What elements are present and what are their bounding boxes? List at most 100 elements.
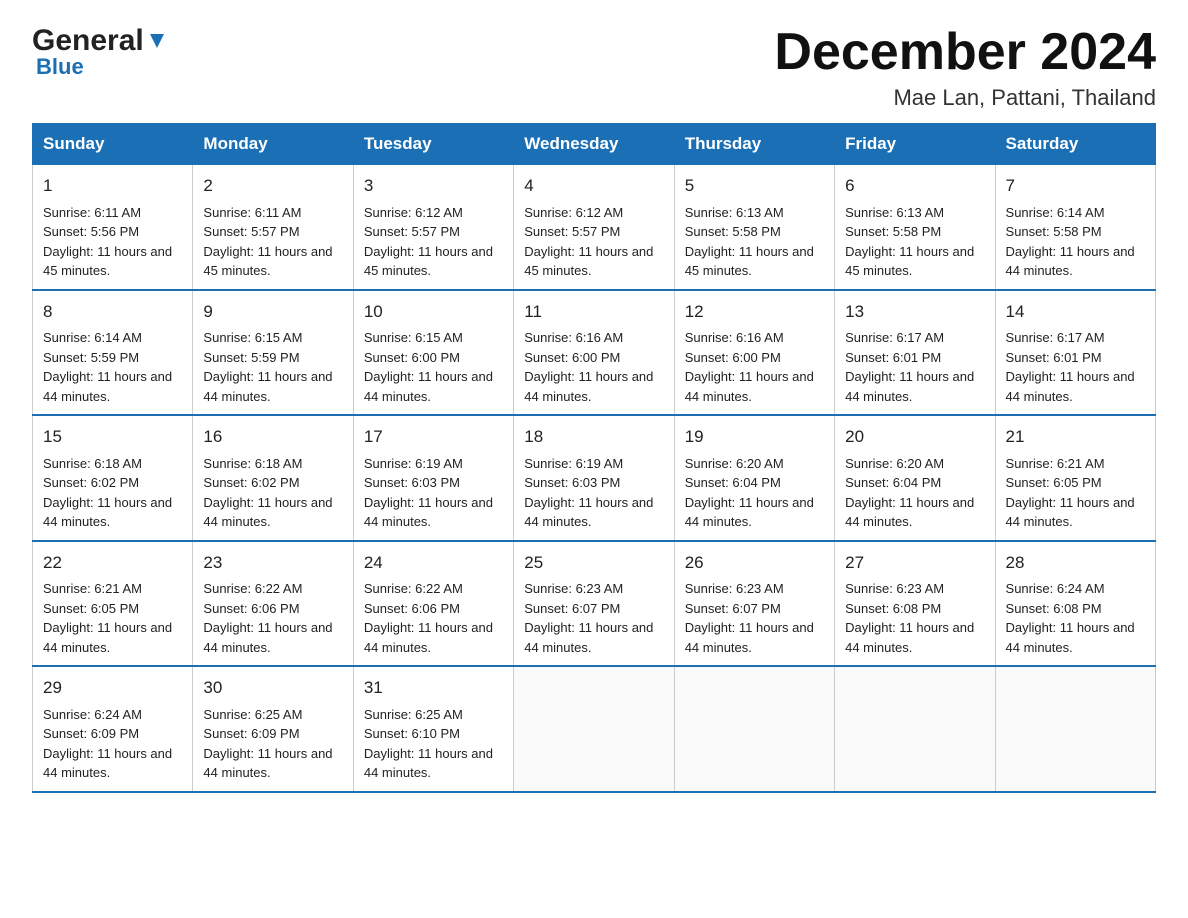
daylight-label: Daylight: 11 hours and 44 minutes. [1006, 244, 1135, 279]
calendar-cell: 14 Sunrise: 6:17 AM Sunset: 6:01 PM Dayl… [995, 290, 1155, 416]
calendar-cell: 5 Sunrise: 6:13 AM Sunset: 5:58 PM Dayli… [674, 165, 834, 290]
col-header-thursday: Thursday [674, 124, 834, 165]
daylight-label: Daylight: 11 hours and 44 minutes. [364, 495, 493, 530]
calendar-cell: 6 Sunrise: 6:13 AM Sunset: 5:58 PM Dayli… [835, 165, 995, 290]
col-header-tuesday: Tuesday [353, 124, 513, 165]
daylight-label: Daylight: 11 hours and 44 minutes. [364, 746, 493, 781]
col-header-friday: Friday [835, 124, 995, 165]
calendar-cell: 13 Sunrise: 6:17 AM Sunset: 6:01 PM Dayl… [835, 290, 995, 416]
day-number: 17 [364, 424, 503, 450]
logo-arrow-icon [146, 30, 168, 52]
sunset-label: Sunset: 5:59 PM [203, 350, 299, 365]
sunrise-label: Sunrise: 6:22 AM [364, 581, 463, 596]
sunrise-label: Sunrise: 6:14 AM [43, 330, 142, 345]
calendar-cell [674, 666, 834, 792]
daylight-label: Daylight: 11 hours and 45 minutes. [524, 244, 653, 279]
calendar-week-2: 8 Sunrise: 6:14 AM Sunset: 5:59 PM Dayli… [33, 290, 1156, 416]
sunrise-label: Sunrise: 6:21 AM [1006, 456, 1105, 471]
daylight-label: Daylight: 11 hours and 44 minutes. [1006, 620, 1135, 655]
day-number: 31 [364, 675, 503, 701]
sunrise-label: Sunrise: 6:13 AM [845, 205, 944, 220]
sunset-label: Sunset: 6:03 PM [524, 475, 620, 490]
day-number: 24 [364, 550, 503, 576]
daylight-label: Daylight: 11 hours and 44 minutes. [685, 495, 814, 530]
calendar-cell: 19 Sunrise: 6:20 AM Sunset: 6:04 PM Dayl… [674, 415, 834, 541]
calendar-cell: 7 Sunrise: 6:14 AM Sunset: 5:58 PM Dayli… [995, 165, 1155, 290]
sunrise-label: Sunrise: 6:23 AM [845, 581, 944, 596]
day-number: 7 [1006, 173, 1145, 199]
sunset-label: Sunset: 5:57 PM [524, 224, 620, 239]
sunset-label: Sunset: 6:08 PM [1006, 601, 1102, 616]
day-number: 6 [845, 173, 984, 199]
sunrise-label: Sunrise: 6:16 AM [524, 330, 623, 345]
day-number: 13 [845, 299, 984, 325]
day-number: 11 [524, 299, 663, 325]
sunrise-label: Sunrise: 6:12 AM [524, 205, 623, 220]
sunrise-label: Sunrise: 6:18 AM [43, 456, 142, 471]
sunrise-label: Sunrise: 6:17 AM [1006, 330, 1105, 345]
month-title: December 2024 [774, 24, 1156, 81]
day-number: 27 [845, 550, 984, 576]
day-number: 5 [685, 173, 824, 199]
day-number: 25 [524, 550, 663, 576]
sunset-label: Sunset: 6:00 PM [524, 350, 620, 365]
daylight-label: Daylight: 11 hours and 44 minutes. [203, 620, 332, 655]
day-number: 3 [364, 173, 503, 199]
calendar-cell: 20 Sunrise: 6:20 AM Sunset: 6:04 PM Dayl… [835, 415, 995, 541]
day-number: 18 [524, 424, 663, 450]
sunrise-label: Sunrise: 6:24 AM [43, 707, 142, 722]
calendar-cell: 10 Sunrise: 6:15 AM Sunset: 6:00 PM Dayl… [353, 290, 513, 416]
sunset-label: Sunset: 6:02 PM [43, 475, 139, 490]
calendar-header-row: Sunday Monday Tuesday Wednesday Thursday… [33, 124, 1156, 165]
daylight-label: Daylight: 11 hours and 44 minutes. [43, 495, 172, 530]
sunset-label: Sunset: 6:04 PM [845, 475, 941, 490]
calendar-cell: 2 Sunrise: 6:11 AM Sunset: 5:57 PM Dayli… [193, 165, 353, 290]
sunrise-label: Sunrise: 6:20 AM [685, 456, 784, 471]
calendar-cell: 28 Sunrise: 6:24 AM Sunset: 6:08 PM Dayl… [995, 541, 1155, 667]
sunset-label: Sunset: 5:56 PM [43, 224, 139, 239]
calendar-cell [514, 666, 674, 792]
calendar-cell: 26 Sunrise: 6:23 AM Sunset: 6:07 PM Dayl… [674, 541, 834, 667]
sunset-label: Sunset: 6:10 PM [364, 726, 460, 741]
calendar-cell: 29 Sunrise: 6:24 AM Sunset: 6:09 PM Dayl… [33, 666, 193, 792]
calendar-week-5: 29 Sunrise: 6:24 AM Sunset: 6:09 PM Dayl… [33, 666, 1156, 792]
sunset-label: Sunset: 6:05 PM [1006, 475, 1102, 490]
calendar-cell [835, 666, 995, 792]
day-number: 30 [203, 675, 342, 701]
sunrise-label: Sunrise: 6:24 AM [1006, 581, 1105, 596]
col-header-sunday: Sunday [33, 124, 193, 165]
daylight-label: Daylight: 11 hours and 44 minutes. [524, 495, 653, 530]
day-number: 16 [203, 424, 342, 450]
sunrise-label: Sunrise: 6:14 AM [1006, 205, 1105, 220]
sunset-label: Sunset: 6:03 PM [364, 475, 460, 490]
sunset-label: Sunset: 6:09 PM [203, 726, 299, 741]
title-block: December 2024 Mae Lan, Pattani, Thailand [774, 24, 1156, 111]
sunset-label: Sunset: 6:01 PM [1006, 350, 1102, 365]
calendar-week-4: 22 Sunrise: 6:21 AM Sunset: 6:05 PM Dayl… [33, 541, 1156, 667]
calendar-cell: 11 Sunrise: 6:16 AM Sunset: 6:00 PM Dayl… [514, 290, 674, 416]
day-number: 19 [685, 424, 824, 450]
daylight-label: Daylight: 11 hours and 44 minutes. [43, 369, 172, 404]
calendar-table: Sunday Monday Tuesday Wednesday Thursday… [32, 123, 1156, 793]
sunset-label: Sunset: 6:09 PM [43, 726, 139, 741]
day-number: 9 [203, 299, 342, 325]
daylight-label: Daylight: 11 hours and 45 minutes. [43, 244, 172, 279]
daylight-label: Daylight: 11 hours and 44 minutes. [203, 746, 332, 781]
sunrise-label: Sunrise: 6:21 AM [43, 581, 142, 596]
sunrise-label: Sunrise: 6:19 AM [364, 456, 463, 471]
sunset-label: Sunset: 5:57 PM [364, 224, 460, 239]
sunset-label: Sunset: 6:06 PM [203, 601, 299, 616]
sunset-label: Sunset: 6:02 PM [203, 475, 299, 490]
daylight-label: Daylight: 11 hours and 44 minutes. [1006, 495, 1135, 530]
day-number: 26 [685, 550, 824, 576]
logo: General Blue [32, 24, 168, 80]
day-number: 20 [845, 424, 984, 450]
sunset-label: Sunset: 5:57 PM [203, 224, 299, 239]
col-header-wednesday: Wednesday [514, 124, 674, 165]
daylight-label: Daylight: 11 hours and 45 minutes. [845, 244, 974, 279]
calendar-week-1: 1 Sunrise: 6:11 AM Sunset: 5:56 PM Dayli… [33, 165, 1156, 290]
calendar-cell: 15 Sunrise: 6:18 AM Sunset: 6:02 PM Dayl… [33, 415, 193, 541]
day-number: 2 [203, 173, 342, 199]
daylight-label: Daylight: 11 hours and 44 minutes. [203, 495, 332, 530]
logo-general-text: General [32, 24, 144, 58]
